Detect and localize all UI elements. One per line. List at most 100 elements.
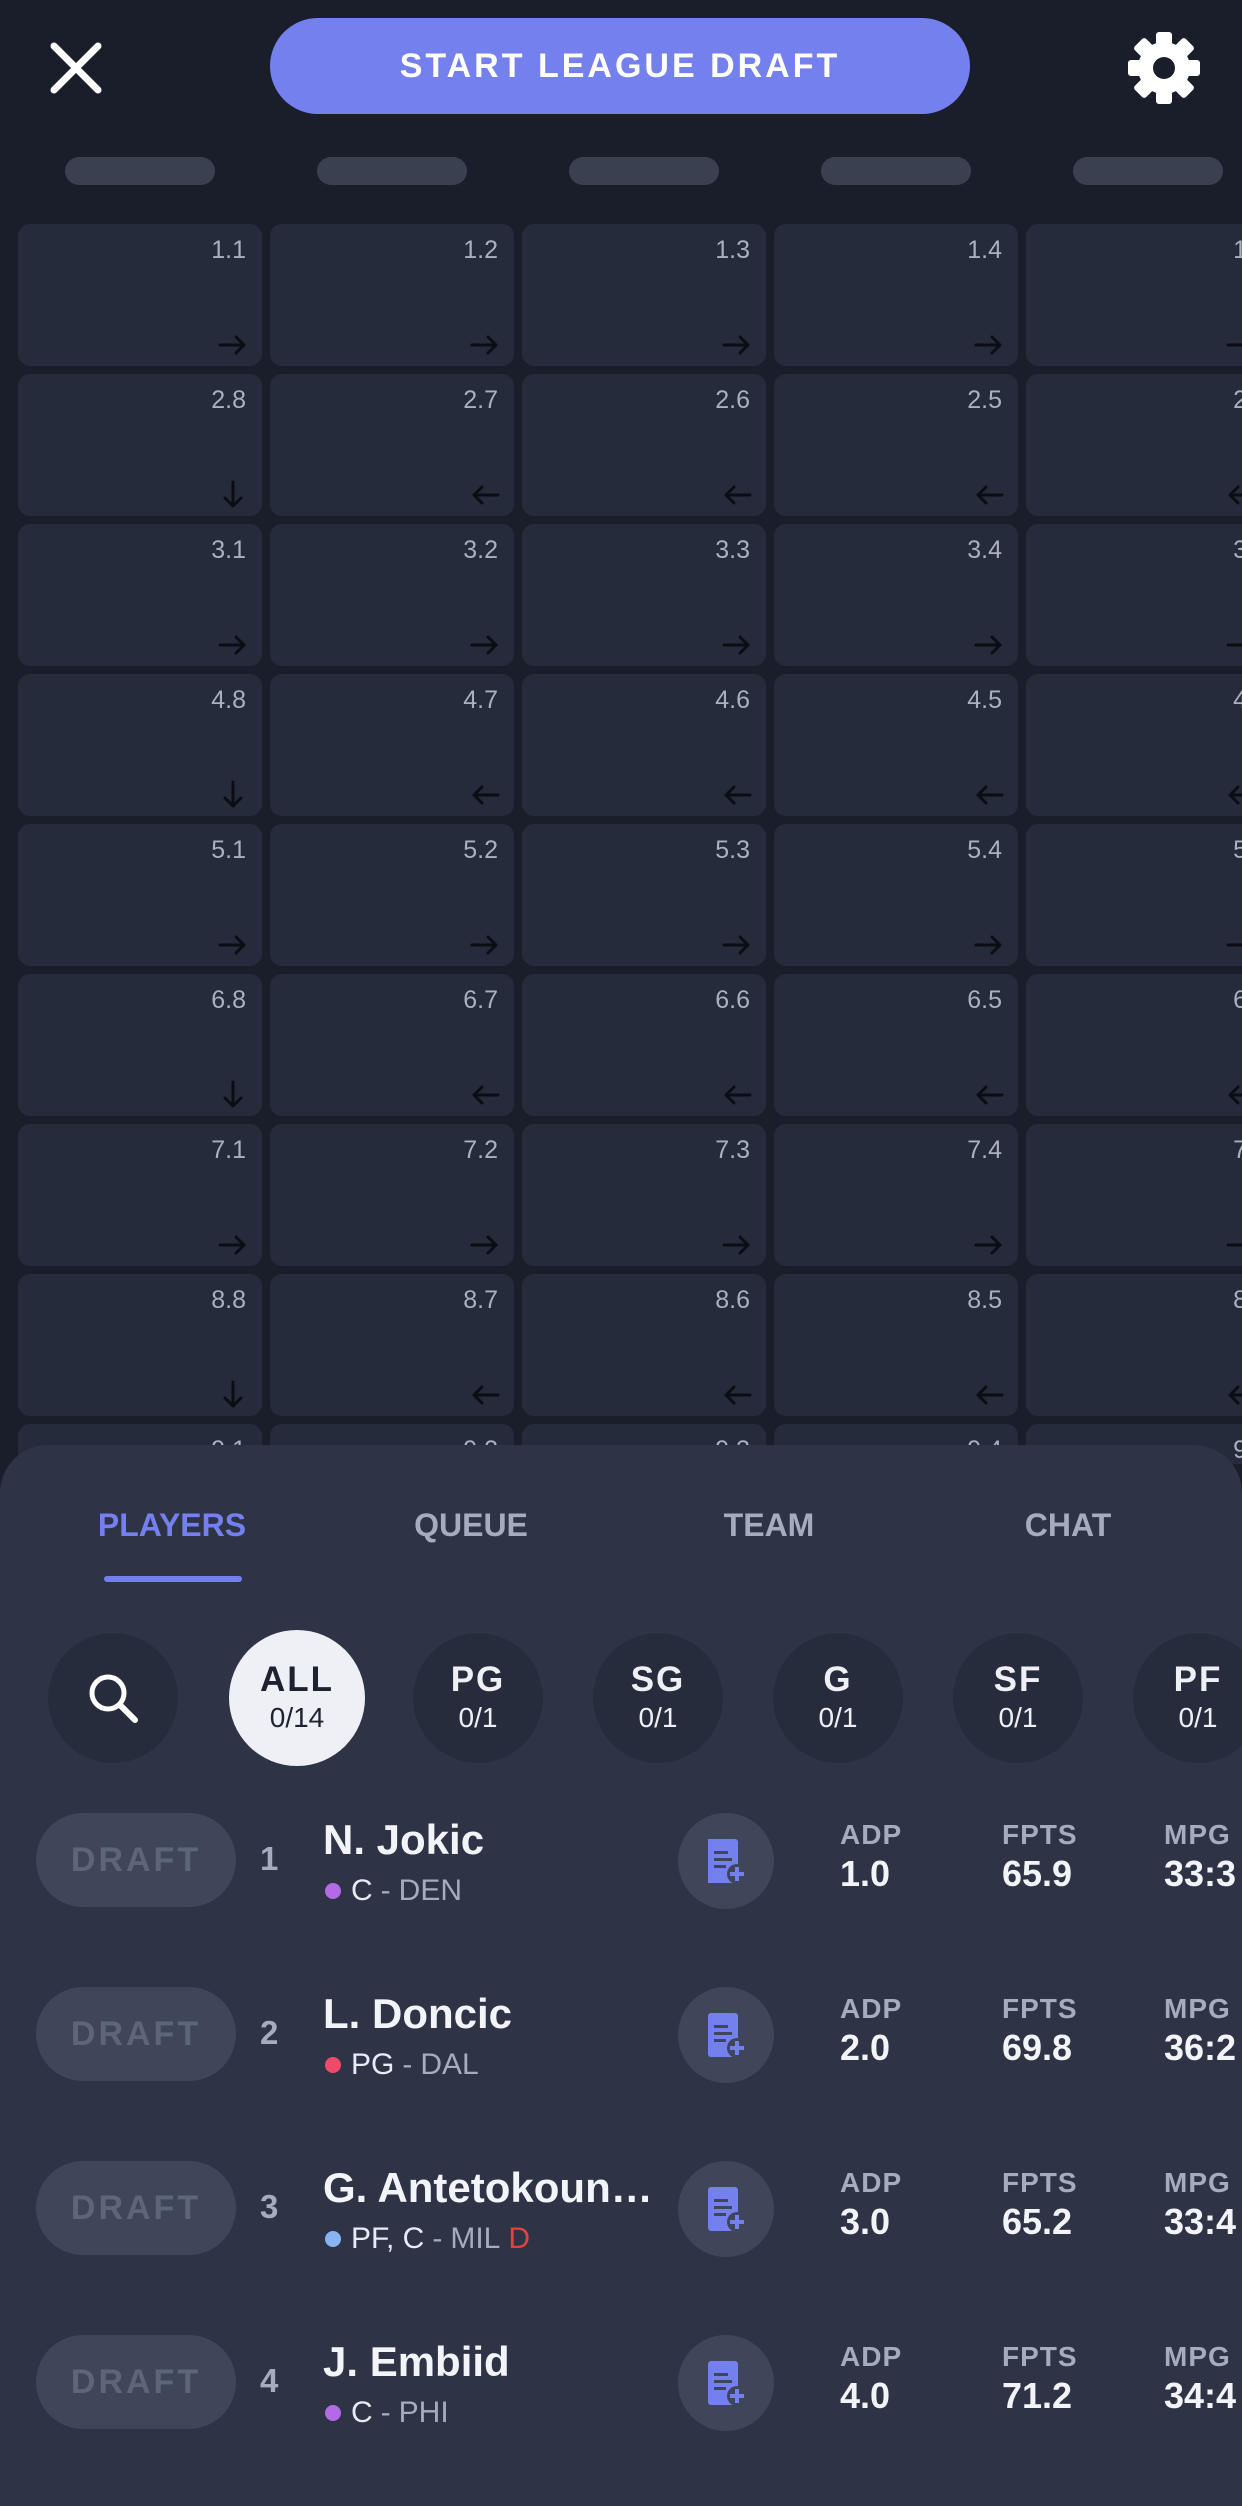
arrow-right-icon: [470, 335, 498, 355]
stat-label: FPTS: [1002, 1993, 1078, 2024]
pick-number: 7.: [1233, 1136, 1242, 1164]
add-to-queue-button[interactable]: [678, 1813, 774, 1909]
pick-number: 3.1: [211, 536, 246, 564]
pick-number: 6.7: [463, 986, 498, 1014]
arrow-right-icon: [218, 335, 246, 355]
draft-button[interactable]: DRAFT: [36, 1987, 236, 2081]
tab-team[interactable]: TEAM: [724, 1507, 815, 1544]
draft-slot[interactable]: 2.5: [774, 374, 1018, 516]
draft-slot[interactable]: 4.6: [522, 674, 766, 816]
tab-queue[interactable]: QUEUE: [414, 1507, 528, 1544]
top-bar: START LEAGUE DRAFT: [0, 0, 1242, 140]
draft-slot[interactable]: 1.4: [774, 224, 1018, 366]
filter-pg[interactable]: PG 0/1: [413, 1633, 543, 1763]
filter-all[interactable]: ALL 0/14: [229, 1630, 365, 1766]
draft-slot[interactable]: 3.2: [270, 524, 514, 666]
arrow-left-icon: [976, 1085, 1004, 1105]
draft-slot[interactable]: 6.5: [774, 974, 1018, 1116]
pick-number: 1.3: [715, 236, 750, 264]
draft-slot[interactable]: 2.6: [522, 374, 766, 516]
pick-number: 7.3: [715, 1136, 750, 1164]
draft-slot[interactable]: 8.: [1026, 1274, 1242, 1416]
pick-number: 2.5: [967, 386, 1002, 414]
stat-fpts: FPTS 71.2: [1002, 2340, 1078, 2418]
add-to-queue-icon: [708, 1839, 747, 1884]
stat-label: MPG: [1164, 1993, 1231, 2024]
draft-slot[interactable]: 5.2: [270, 824, 514, 966]
filter-pf[interactable]: PF 0/1: [1133, 1633, 1242, 1763]
draft-slot[interactable]: 4.7: [270, 674, 514, 816]
add-to-queue-button[interactable]: [678, 2335, 774, 2431]
separator: -: [380, 1874, 391, 1907]
pick-number: 7.2: [463, 1136, 498, 1164]
filter-count: 0/1: [638, 1702, 678, 1733]
draft-slot[interactable]: 7.: [1026, 1124, 1242, 1266]
draft-slot[interactable]: 8.6: [522, 1274, 766, 1416]
draft-slot[interactable]: 3.4: [774, 524, 1018, 666]
arrow-left-icon: [724, 485, 752, 505]
draft-slot[interactable]: 2.8: [18, 374, 262, 516]
draft-slot[interactable]: 4.: [1026, 674, 1242, 816]
stat-mpg: MPG 33:4: [1164, 2166, 1236, 2244]
player-team: PHI: [398, 2396, 449, 2429]
draft-slot[interactable]: 2.: [1026, 374, 1242, 516]
pick-number: 6.6: [715, 986, 750, 1014]
draft-slot[interactable]: 6.8: [18, 974, 262, 1116]
player-rank: 3: [260, 2188, 279, 2225]
draft-slot[interactable]: 3.: [1026, 524, 1242, 666]
draft-slot[interactable]: 4.8: [18, 674, 262, 816]
draft-slot[interactable]: 8.7: [270, 1274, 514, 1416]
draft-slot[interactable]: 3.3: [522, 524, 766, 666]
draft-slot[interactable]: 8.5: [774, 1274, 1018, 1416]
draft-slot[interactable]: 5.3: [522, 824, 766, 966]
player-name[interactable]: J. Embiid: [323, 2338, 653, 2386]
draft-slot[interactable]: 3.1: [18, 524, 262, 666]
add-to-queue-button[interactable]: [678, 1987, 774, 2083]
draft-slot[interactable]: 6.7: [270, 974, 514, 1116]
search-button[interactable]: [48, 1633, 178, 1763]
draft-slot[interactable]: 1.1: [18, 224, 262, 366]
arrow-left-icon: [1228, 485, 1242, 505]
draft-button[interactable]: DRAFT: [36, 2335, 236, 2429]
filter-sf[interactable]: SF 0/1: [953, 1633, 1083, 1763]
pick-number: 4.5: [967, 686, 1002, 714]
draft-slot[interactable]: 2.7: [270, 374, 514, 516]
pick-number: 2.6: [715, 386, 750, 414]
draft-slot[interactable]: 7.3: [522, 1124, 766, 1266]
settings-button[interactable]: [1124, 28, 1204, 108]
arrow-right-icon: [974, 1235, 1002, 1255]
draft-slot[interactable]: 6.: [1026, 974, 1242, 1116]
filter-sg[interactable]: SG 0/1: [593, 1633, 723, 1763]
draft-slot[interactable]: 8.8: [18, 1274, 262, 1416]
team-name-placeholder: [821, 157, 971, 185]
draft-button[interactable]: DRAFT: [36, 1813, 236, 1907]
close-button[interactable]: [44, 36, 108, 100]
draft-slot[interactable]: 5.: [1026, 824, 1242, 966]
separator: -: [432, 2222, 443, 2255]
player-name[interactable]: L. Doncic: [323, 1990, 653, 2038]
add-to-queue-button[interactable]: [678, 2161, 774, 2257]
player-name[interactable]: N. Jokic: [323, 1816, 653, 1864]
draft-slot[interactable]: 5.4: [774, 824, 1018, 966]
arrow-right-icon: [1226, 943, 1242, 947]
filter-g[interactable]: G 0/1: [773, 1633, 903, 1763]
draft-slot[interactable]: 5.1: [18, 824, 262, 966]
start-league-draft-button[interactable]: START LEAGUE DRAFT: [270, 18, 970, 114]
draft-button[interactable]: DRAFT: [36, 2161, 236, 2255]
draft-slot[interactable]: 7.4: [774, 1124, 1018, 1266]
draft-slot[interactable]: 6.6: [522, 974, 766, 1116]
player-team: DAL: [420, 2048, 479, 2081]
player-rank: 4: [260, 2362, 279, 2399]
draft-slot[interactable]: 4.5: [774, 674, 1018, 816]
draft-slot[interactable]: 1.3: [522, 224, 766, 366]
player-position: PF, C: [351, 2222, 425, 2255]
filter-count: 0/1: [818, 1702, 858, 1733]
draft-slot[interactable]: 7.2: [270, 1124, 514, 1266]
player-name[interactable]: G. Antetokounmpo: [323, 2164, 653, 2212]
draft-slot[interactable]: 1.2: [270, 224, 514, 366]
draft-slot[interactable]: 7.1: [18, 1124, 262, 1266]
tab-players[interactable]: PLAYERS: [98, 1507, 246, 1544]
tab-chat[interactable]: CHAT: [1025, 1507, 1112, 1544]
stat-label: ADP: [840, 2341, 903, 2372]
draft-slot[interactable]: 1.: [1026, 224, 1242, 366]
